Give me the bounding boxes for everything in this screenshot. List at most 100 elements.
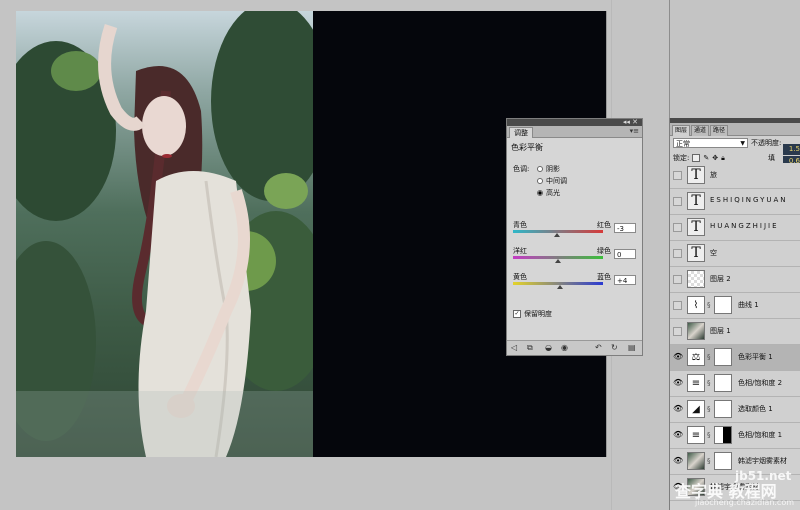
tab-adjustments[interactable]: 调整: [509, 127, 533, 138]
layer-mask-thumbnail[interactable]: [714, 452, 732, 470]
radio-dot[interactable]: [537, 178, 543, 184]
view-previous-icon[interactable]: ↶: [595, 343, 602, 352]
tab-layers[interactable]: 图层: [672, 125, 691, 136]
radio-dot-selected[interactable]: [537, 190, 543, 196]
link-icon: §: [707, 405, 711, 413]
adjustments-panel[interactable]: ◂◂ ✕ 调整 ▾≡ 色彩平衡 色调: 阴影 中间调 高光 青色 红色 -3 洋…: [506, 118, 643, 356]
layer-row[interactable]: ⌇ § 曲线 1: [670, 293, 800, 319]
layer-row[interactable]: T旅: [670, 163, 800, 189]
layer-name[interactable]: 空: [710, 248, 717, 258]
visibility-toggle[interactable]: [673, 197, 682, 206]
layer-thumbnail[interactable]: ◢: [687, 400, 705, 418]
eye-icon[interactable]: 👁︎: [673, 405, 683, 413]
panel-menu-icon[interactable]: ▾≡: [630, 127, 639, 135]
layer-list: T 旅 T ESHIQINGYUAN T HUANGZHIJIE T 空图层 2 ⌇ § 曲线 1图…: [670, 163, 800, 501]
preserve-checkbox[interactable]: ✓: [513, 310, 521, 318]
blend-mode-select[interactable]: 正常 ▼: [673, 138, 748, 148]
layer-name[interactable]: HUANGZHIJIE: [710, 222, 779, 230]
layer-name[interactable]: 旅: [710, 170, 717, 180]
lock-image-icon[interactable]: ✎: [703, 154, 709, 162]
radio-highlights[interactable]: 高光: [537, 188, 560, 198]
layer-mask-thumbnail[interactable]: [714, 296, 732, 314]
layer-thumbnail[interactable]: [687, 322, 705, 340]
eye-icon[interactable]: 👁︎: [673, 379, 683, 387]
radio-midtones[interactable]: 中间调: [537, 176, 567, 186]
back-arrow-icon[interactable]: ◁: [511, 343, 517, 352]
preserve-luminosity[interactable]: ✓ 保留明度: [513, 309, 552, 319]
expand-view-icon[interactable]: ⧉: [527, 343, 533, 353]
slider-thumb[interactable]: [553, 233, 560, 237]
visibility-toggle[interactable]: [673, 171, 682, 180]
visibility-toggle[interactable]: [673, 275, 682, 284]
radio-shadows[interactable]: 阴影: [537, 164, 560, 174]
layer-row[interactable]: T空: [670, 241, 800, 267]
eye-icon[interactable]: 👁︎: [673, 353, 683, 361]
visibility-toggle[interactable]: [673, 327, 682, 336]
layer-name[interactable]: 色相/饱和度 1: [738, 430, 782, 440]
slider-value-input[interactable]: 0: [614, 249, 636, 259]
layer-name[interactable]: 色彩平衡 1: [738, 352, 773, 362]
link-icon: §: [707, 457, 711, 465]
layer-row[interactable]: T ESHIQINGYUAN: [670, 189, 800, 215]
eye-icon[interactable]: 👁︎: [673, 457, 683, 465]
clip-layer-icon[interactable]: ◒: [545, 343, 552, 352]
visibility-toggle[interactable]: [673, 301, 682, 310]
layer-thumbnail[interactable]: [687, 270, 705, 288]
layer-name[interactable]: ESHIQINGYUAN: [710, 196, 788, 204]
lock-all-icon[interactable]: 🔒︎: [721, 154, 725, 163]
layer-name[interactable]: 图层 2: [710, 274, 731, 284]
adjustments-tabbar: 调整 ▾≡: [507, 126, 642, 138]
trash-icon[interactable]: ▤: [628, 343, 636, 352]
slider-left-label: 黄色: [513, 273, 527, 281]
layer-thumbnail[interactable]: ⌇: [687, 296, 705, 314]
visibility-toggle[interactable]: [673, 223, 682, 232]
layer-row[interactable]: 👁︎ ≡ § 色相/饱和度 2: [670, 371, 800, 397]
layer-row[interactable]: 👁︎ ⚖ § 色彩平衡 1: [670, 345, 800, 371]
layer-mask-thumbnail[interactable]: [714, 426, 732, 444]
layer-row[interactable]: T HUANGZHIJIE: [670, 215, 800, 241]
text-layer-thumbnail[interactable]: T: [687, 166, 705, 184]
visibility-toggle[interactable]: [673, 249, 682, 258]
lock-position-icon[interactable]: ✥: [712, 154, 718, 162]
slider-value-input[interactable]: +4: [614, 275, 636, 285]
radio-dot[interactable]: [537, 166, 543, 172]
slider-value-input[interactable]: -3: [614, 223, 636, 233]
slider-right-label: 蓝色: [597, 273, 611, 281]
layer-row[interactable]: 图层 2: [670, 267, 800, 293]
layer-mask-thumbnail[interactable]: [714, 374, 732, 392]
layer-name[interactable]: 曲线 1: [738, 300, 759, 310]
text-layer-thumbnail[interactable]: T: [687, 192, 705, 210]
visibility-icon[interactable]: ◉: [561, 343, 568, 352]
layer-thumbnail[interactable]: [687, 452, 705, 470]
blend-mode-value: 正常: [676, 140, 690, 148]
panel-titlebar[interactable]: ◂◂ ✕: [507, 118, 642, 126]
layer-thumbnail[interactable]: ≡: [687, 426, 705, 444]
layer-mask-thumbnail[interactable]: [714, 400, 732, 418]
tab-channels[interactable]: 通道: [691, 125, 710, 136]
link-icon: §: [707, 301, 711, 309]
layer-name[interactable]: 图层 1: [710, 326, 731, 336]
text-layer-thumbnail[interactable]: T: [687, 218, 705, 236]
layer-name[interactable]: 选取颜色 1: [738, 404, 773, 414]
slider-thumb[interactable]: [555, 259, 561, 263]
layer-row[interactable]: 👁︎ ◢ § 选取颜色 1: [670, 397, 800, 423]
opacity-value[interactable]: 1.5: [783, 144, 800, 155]
layer-thumbnail[interactable]: ≡: [687, 374, 705, 392]
layer-mask-thumbnail[interactable]: [714, 348, 732, 366]
chevron-down-icon: ▼: [740, 140, 745, 147]
layer-name[interactable]: 韩滤宇烟雾素材: [738, 456, 787, 466]
layer-thumbnail[interactable]: ⚖: [687, 348, 705, 366]
radio-label: 中间调: [546, 177, 567, 185]
reset-icon[interactable]: ↻: [611, 343, 618, 352]
layers-panel[interactable]: 图层 通道 路径 正常 ▼ 不透明度: 1.5 锁定: ✎ ✥ 🔒︎ 填 0.6…: [669, 118, 800, 510]
eye-icon[interactable]: 👁︎: [673, 431, 683, 439]
layer-name[interactable]: 色相/饱和度 2: [738, 378, 782, 388]
tone-label: 色调:: [513, 165, 530, 173]
layer-row[interactable]: 图层 1: [670, 319, 800, 345]
text-layer-thumbnail[interactable]: T: [687, 244, 705, 262]
collapse-icon[interactable]: ◂◂ ✕: [623, 118, 638, 126]
lock-transparency-icon[interactable]: [692, 154, 701, 162]
slider-thumb[interactable]: [556, 285, 563, 289]
tab-paths[interactable]: 路径: [710, 125, 729, 136]
layer-row[interactable]: 👁︎ ≡ § 色相/饱和度 1: [670, 423, 800, 449]
